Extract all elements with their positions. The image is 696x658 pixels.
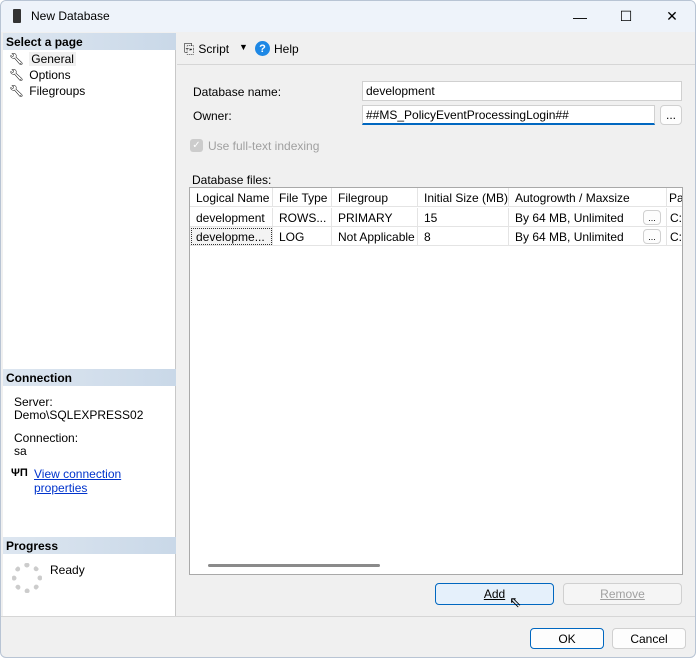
server-value: Demo\SQLEXPRESS02	[14, 408, 144, 422]
add-label: Add	[483, 587, 506, 601]
new-database-dialog: New Database — ☐ ✕ Select a page 🔧︎ Gener…	[0, 0, 696, 658]
owner-input[interactable]: ##MS_PolicyEventProcessingLogin##	[362, 105, 655, 125]
file-type-cell[interactable]: ROWS...	[273, 208, 332, 227]
add-button[interactable]: Add	[435, 583, 554, 605]
progress-header: Progress	[3, 537, 176, 554]
autogrowth-edit-button[interactable]: ...	[643, 229, 661, 244]
window-title: New Database	[31, 9, 110, 23]
connection-properties-icon: ΨΠ	[11, 467, 28, 479]
minimize-button[interactable]: —	[557, 1, 603, 32]
horizontal-scrollbar[interactable]	[208, 564, 380, 567]
progress-spinner-icon	[12, 563, 42, 593]
page-options[interactable]: 🔧︎ Options	[9, 67, 71, 83]
left-pane: Select a page 🔧︎ General 🔧︎ Options 🔧︎ File…	[3, 33, 176, 616]
remove-button[interactable]: Remove	[563, 583, 682, 605]
maximize-button[interactable]: ☐	[603, 1, 649, 32]
remove-label: Remove	[600, 587, 645, 601]
script-label: Script	[198, 42, 230, 56]
page-label: Filegroups	[29, 84, 86, 98]
filegroup-cell[interactable]: Not Applicable	[332, 227, 418, 246]
database-files-label: Database files:	[192, 173, 272, 187]
fulltext-checkbox[interactable]: ✓	[190, 139, 203, 152]
wrench-icon: 🔧︎	[9, 68, 25, 82]
connection-label: Connection:	[14, 431, 79, 445]
owner-browse-button[interactable]: ...	[660, 105, 682, 125]
database-name-label: Database name:	[193, 85, 282, 99]
database-name-input[interactable]: development	[362, 81, 682, 101]
page-label: General	[29, 52, 76, 66]
database-icon	[13, 9, 21, 23]
filegroup-cell[interactable]: PRIMARY	[332, 208, 418, 227]
fulltext-label: Use full-text indexing	[208, 139, 320, 153]
logical-name-cell[interactable]: developme...	[190, 227, 273, 246]
column-header[interactable]: Pa	[667, 188, 682, 207]
column-header[interactable]: Filegroup	[332, 188, 418, 207]
cancel-button[interactable]: Cancel	[612, 628, 686, 649]
divider	[1, 616, 695, 617]
help-button[interactable]: ? Help	[255, 41, 299, 56]
help-icon: ?	[255, 41, 270, 56]
mouse-cursor-icon: ⇖	[509, 594, 522, 611]
connection-header: Connection	[3, 369, 176, 386]
path-cell[interactable]: C:	[667, 227, 682, 246]
script-button[interactable]: ⎘ Script	[184, 41, 229, 57]
column-header[interactable]: File Type	[273, 188, 332, 207]
logical-name-cell[interactable]: development	[190, 208, 273, 227]
initial-size-cell[interactable]: 8	[418, 227, 509, 246]
title-bar: New Database — ☐ ✕	[1, 1, 695, 32]
help-label: Help	[274, 41, 299, 56]
column-header[interactable]: Initial Size (MB)	[418, 188, 509, 207]
server-label: Server:	[14, 395, 53, 409]
select-page-header: Select a page	[3, 33, 176, 50]
progress-status: Ready	[50, 563, 85, 577]
close-button[interactable]: ✕	[649, 1, 695, 32]
file-type-cell[interactable]: LOG	[273, 227, 332, 246]
owner-label: Owner:	[193, 109, 232, 123]
script-dropdown-arrow-icon[interactable]: ▼	[239, 42, 248, 52]
page-label: Options	[29, 68, 71, 82]
ok-button[interactable]: OK	[530, 628, 604, 649]
database-files-grid: Logical Name File Type Filegroup Initial…	[189, 187, 683, 575]
autogrowth-edit-button[interactable]: ...	[643, 210, 661, 225]
script-icon: ⎘	[184, 41, 195, 56]
initial-size-cell[interactable]: 15	[418, 208, 509, 227]
wrench-icon: 🔧︎	[9, 84, 25, 98]
toolbar: ⎘ Script ▼ ? Help	[177, 33, 695, 65]
page-filegroups[interactable]: 🔧︎ Filegroups	[9, 83, 85, 99]
column-header[interactable]: Logical Name	[190, 188, 273, 207]
wrench-icon: 🔧︎	[9, 52, 25, 66]
path-cell[interactable]: C:	[667, 208, 682, 227]
page-general[interactable]: 🔧︎ General	[9, 51, 76, 67]
column-header[interactable]: Autogrowth / Maxsize	[509, 188, 667, 207]
view-connection-properties-link[interactable]: View connection properties	[34, 467, 175, 495]
connection-value: sa	[14, 444, 27, 458]
